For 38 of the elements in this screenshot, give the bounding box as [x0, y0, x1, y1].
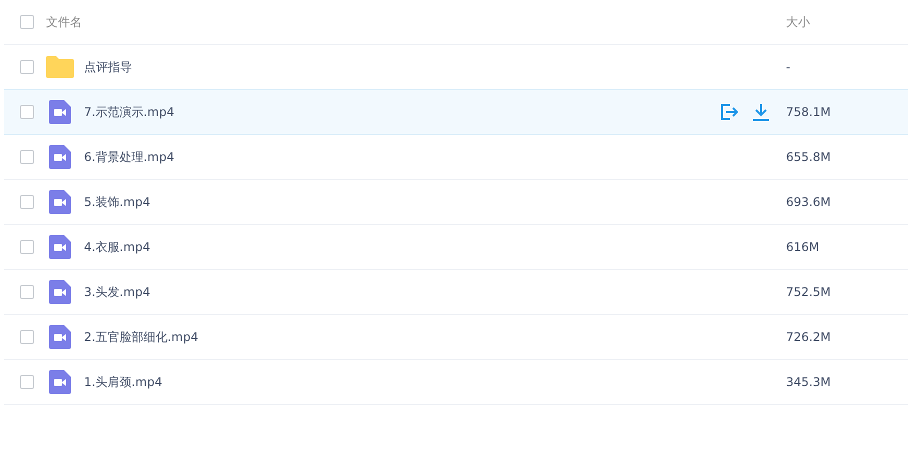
video-file-icon: [49, 370, 71, 394]
column-header: 文件名: [46, 14, 83, 30]
file-size: 758.1M: [786, 105, 832, 119]
file-size: 655.8M: [786, 150, 832, 164]
video-file-icon: [49, 235, 71, 259]
checkbox[interactable]: [20, 195, 34, 209]
video-file-icon: [49, 280, 71, 304]
video-file-icon: [49, 145, 71, 169]
checkbox[interactable]: [20, 285, 34, 299]
file-size: -: [786, 60, 792, 74]
file-size: 752.5M: [786, 285, 832, 299]
file-size: 345.3M: [786, 375, 832, 389]
file-row[interactable]: 7.示范演示.mp4 758.1M: [4, 89, 908, 135]
export-icon[interactable]: [720, 104, 738, 120]
folder-icon: [46, 56, 74, 78]
file-name: 3.头发.mp4: [84, 284, 152, 300]
checkbox[interactable]: [20, 60, 34, 74]
checkbox[interactable]: [20, 15, 34, 29]
column-header: 大小: [786, 14, 811, 30]
video-file-icon: [49, 325, 71, 349]
file-size: 726.2M: [786, 330, 832, 344]
file-name: 7.示范演示.mp4: [84, 104, 176, 120]
file-name: 6.背景处理.mp4: [84, 148, 176, 166]
checkbox[interactable]: [20, 150, 34, 164]
file-name: 5.装饰.mp4: [84, 194, 152, 210]
checkbox[interactable]: [20, 375, 34, 389]
checkbox[interactable]: [20, 330, 34, 344]
video-file-icon: [49, 100, 71, 124]
file-name: 2.五官脸部细化.mp4: [84, 328, 200, 346]
checkbox[interactable]: [20, 105, 34, 119]
file-name: 点评指导: [84, 58, 133, 76]
video-file-icon: [49, 190, 71, 214]
file-size: 693.6M: [786, 195, 832, 209]
file-size: 616M: [786, 240, 820, 254]
checkbox[interactable]: [20, 240, 34, 254]
file-name: 1.头肩颈.mp4: [84, 374, 164, 390]
download-icon[interactable]: [752, 104, 770, 120]
file-name: 4.衣服.mp4: [84, 238, 152, 256]
